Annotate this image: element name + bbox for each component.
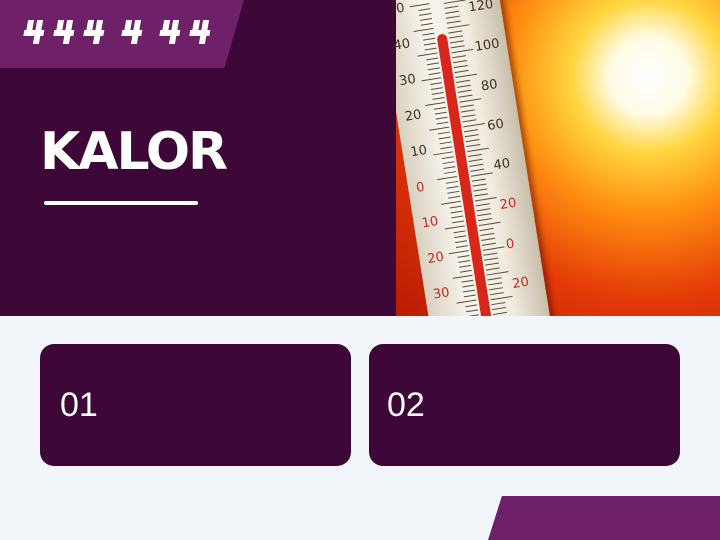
hero-panel: KALOR 50 40 30 20 10 0 10 20 30 120 100 80 60 40 20 0 20 (0, 0, 720, 316)
logo-glyph (120, 18, 147, 46)
logo-glyph (82, 18, 109, 46)
scale-label-left: 10 (409, 143, 428, 160)
thermometer-scale: 5040302010010203012010080604020020 (396, 0, 530, 316)
scale-label-left: 20 (426, 250, 445, 267)
scale-label-left: 20 (404, 107, 423, 124)
thermometer-sun-image: 50 40 30 20 10 0 10 20 30 120 100 80 60 40 20 0 20 (396, 0, 720, 316)
item-card-02[interactable]: 02 (369, 344, 680, 466)
item-card-01[interactable]: 01 (40, 344, 351, 466)
logo-glyph (22, 18, 49, 46)
logo-glyph (188, 18, 215, 46)
scale-label-left: 0 (415, 180, 426, 196)
scale-label-left: 10 (421, 214, 440, 231)
scale-label-left: 40 (396, 36, 411, 53)
scale-label-right: 100 (474, 36, 501, 55)
thermometer-icon: 50 40 30 20 10 0 10 20 30 120 100 80 60 40 20 0 20 (396, 0, 554, 316)
brand-logo (22, 18, 220, 46)
scale-label-right: 60 (486, 117, 505, 134)
card-number: 01 (60, 386, 98, 424)
logo-glyph (158, 18, 185, 46)
scale-label-right: 120 (468, 0, 495, 15)
corner-accent (488, 496, 720, 540)
scale-label-right: 40 (493, 156, 512, 173)
scale-label-left: 30 (432, 285, 451, 302)
card-number: 02 (387, 386, 425, 424)
page-title: KALOR (40, 122, 228, 182)
scale-label-right: 80 (480, 77, 499, 94)
logo-tab (0, 0, 244, 68)
scale-label-left: 50 (396, 1, 406, 18)
scale-label-right: 20 (511, 275, 530, 292)
title-underline (44, 201, 198, 205)
scale-label-right: 0 (505, 236, 516, 252)
logo-glyph (52, 18, 79, 46)
scale-label-right: 20 (499, 196, 518, 213)
scale-label-left: 30 (398, 72, 417, 89)
